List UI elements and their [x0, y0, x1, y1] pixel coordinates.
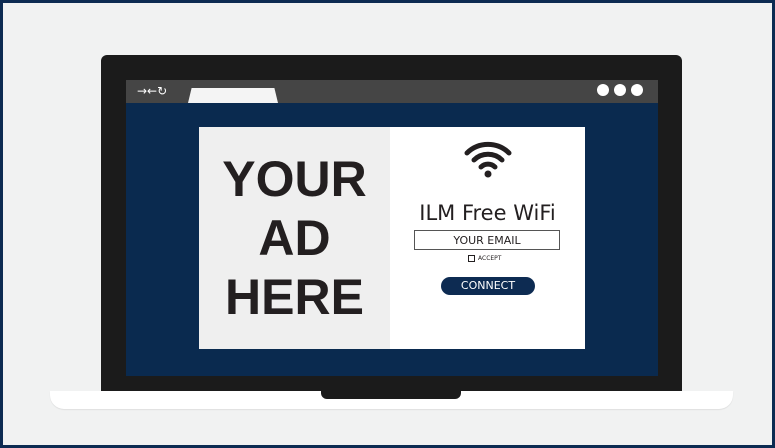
connect-button[interactable]: CONNECT — [441, 277, 535, 295]
accept-row[interactable]: ACCEPT — [468, 255, 501, 262]
email-input[interactable] — [414, 230, 560, 250]
ad-text-line: HERE — [225, 268, 364, 325]
ad-text-line: YOUR — [222, 150, 367, 207]
laptop-hinge-notch — [321, 391, 461, 399]
browser-tab[interactable] — [188, 88, 278, 103]
ad-panel: YOUR AD HERE — [199, 127, 390, 349]
wifi-icon — [464, 141, 512, 178]
accept-checkbox[interactable] — [468, 255, 475, 262]
menu-dot-icon — [631, 84, 643, 96]
browser-menu-dots[interactable] — [597, 84, 643, 96]
login-title: ILM Free WiFi — [419, 201, 556, 225]
browser-nav-icons[interactable]: →←↻ — [137, 82, 167, 100]
accept-label: ACCEPT — [478, 255, 502, 262]
ad-text-line: AD — [258, 209, 331, 266]
menu-dot-icon — [597, 84, 609, 96]
wifi-login-panel: ILM Free WiFi ACCEPT CONNECT — [390, 127, 585, 349]
menu-dot-icon — [614, 84, 626, 96]
